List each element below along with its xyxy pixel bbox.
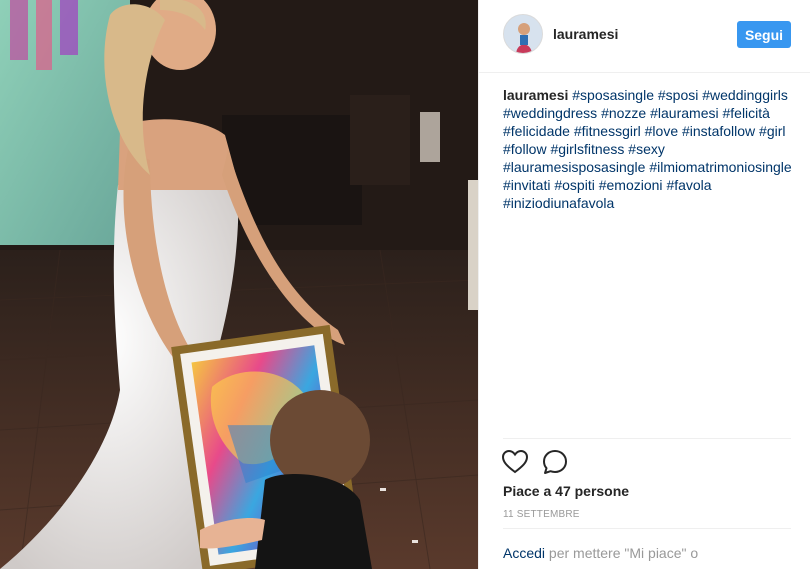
post-author-username[interactable]: lauramesi [553, 26, 618, 42]
hashtag-link[interactable]: #weddinggirls [702, 87, 788, 103]
hashtag-link[interactable]: #lauramesi [650, 105, 718, 121]
hashtag-link[interactable]: #ilmiomatrimoniosingle [649, 159, 791, 175]
hashtag-link[interactable]: #love [645, 123, 678, 139]
hashtag-link[interactable]: #iniziodiunafavola [503, 195, 614, 211]
login-divider [503, 528, 791, 529]
hashtag-link[interactable]: #girl [759, 123, 785, 139]
post-caption: lauramesi #sposasingle #sposi #weddinggi… [503, 86, 795, 212]
comment-bubble-icon[interactable] [541, 448, 569, 476]
avatar-image [504, 15, 542, 53]
post-photo[interactable] [0, 0, 478, 569]
caption-hashtags: #sposasingle #sposi #weddinggirls #weddi… [503, 87, 792, 211]
actions-divider [503, 438, 791, 439]
login-link[interactable]: Accedi [503, 545, 545, 561]
hashtag-link[interactable]: #sposasingle [572, 87, 654, 103]
photo-illustration [0, 0, 478, 569]
login-prompt: Accedi per mettere "Mi piace" o [503, 545, 698, 561]
hashtag-link[interactable]: #felicidade [503, 123, 570, 139]
hashtag-link[interactable]: #invitati [503, 177, 550, 193]
hashtag-link[interactable]: #sposi [658, 87, 698, 103]
hashtag-link[interactable]: #instafollow [682, 123, 755, 139]
hashtag-link[interactable]: #nozze [601, 105, 646, 121]
post-sidebar: lauramesi Segui lauramesi #sposasingle #… [478, 0, 810, 569]
hashtag-link[interactable]: #ospiti [554, 177, 594, 193]
hashtag-link[interactable]: #weddingdress [503, 105, 597, 121]
hashtag-link[interactable]: #follow [503, 141, 547, 157]
heart-outline-icon[interactable] [501, 448, 529, 476]
caption-username[interactable]: lauramesi [503, 87, 568, 103]
hashtag-link[interactable]: #emozioni [599, 177, 663, 193]
hashtag-link[interactable]: #lauramesisposasingle [503, 159, 645, 175]
hashtag-link[interactable]: #favola [666, 177, 711, 193]
follow-button[interactable]: Segui [737, 21, 791, 48]
hashtag-link[interactable]: #girlsfitness [550, 141, 624, 157]
hashtag-link[interactable]: #felicità [722, 105, 769, 121]
likes-count[interactable]: Piace a 47 persone [503, 483, 629, 499]
avatar[interactable] [503, 14, 543, 54]
post-date: 11 SETTEMBRE [503, 509, 580, 520]
hashtag-link[interactable]: #sexy [628, 141, 665, 157]
hashtag-link[interactable]: #fitnessgirl [574, 123, 641, 139]
post-header: lauramesi Segui [479, 0, 810, 73]
login-prompt-text: per mettere "Mi piace" o [545, 545, 699, 561]
